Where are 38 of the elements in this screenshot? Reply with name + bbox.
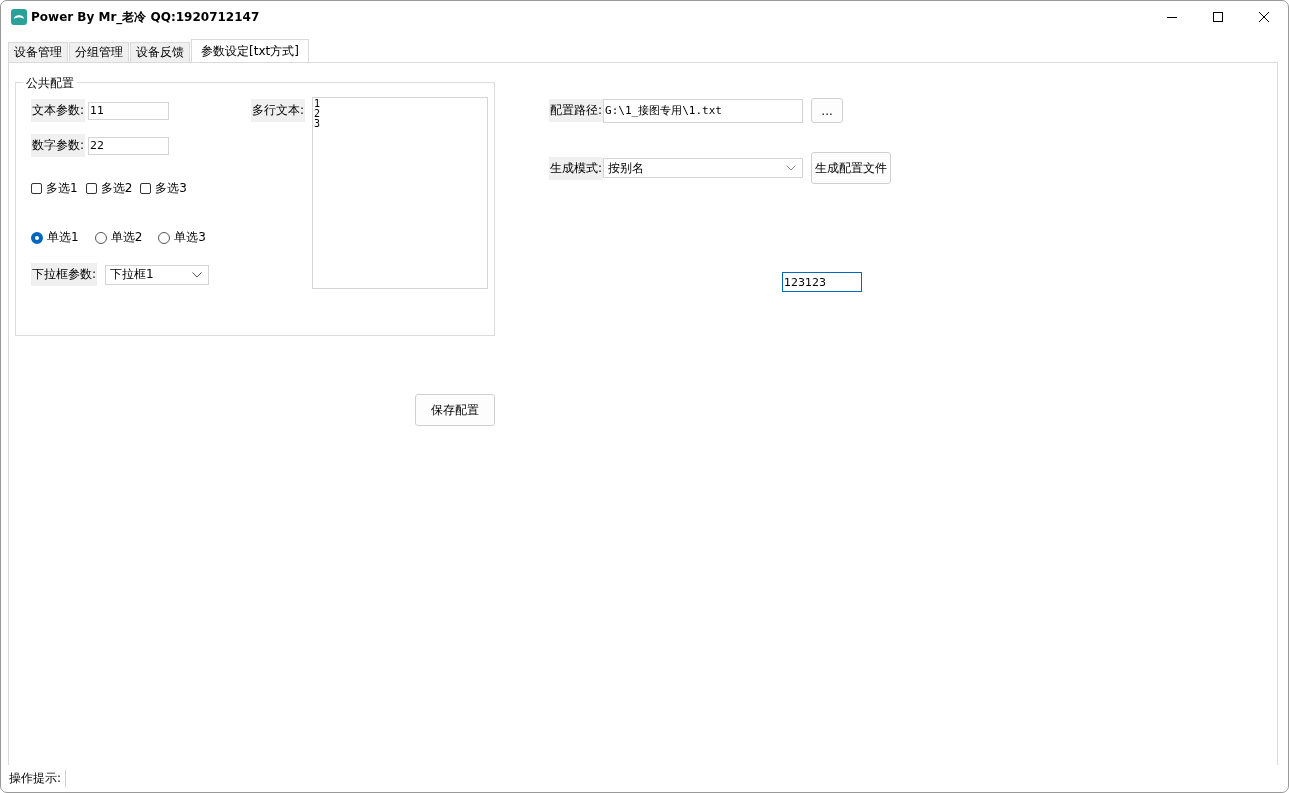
- radio-label: 单选2: [110, 229, 143, 246]
- field-label: 数字参数:: [31, 134, 86, 157]
- checkbox[interactable]: [31, 183, 42, 194]
- field-label: 配置路径:: [549, 99, 604, 122]
- dropdown[interactable]: 下拉框1: [105, 264, 210, 285]
- field-label: 多行文本:: [251, 99, 306, 122]
- status-label: 操作提示:: [9, 770, 67, 787]
- field-label: 文本参数:: [31, 99, 86, 122]
- checkbox[interactable]: [140, 183, 152, 194]
- field-label: 生成模式:: [549, 156, 604, 180]
- generate-button[interactable]: 生成配置文件: [811, 152, 892, 184]
- radio-label: 单选1: [47, 229, 79, 246]
- maximize-icon[interactable]: [1212, 11, 1224, 23]
- dropdown[interactable]: 按别名: [603, 158, 804, 178]
- tab[interactable]: 分组管理: [69, 42, 129, 62]
- app-icon: [11, 9, 27, 25]
- browse-button[interactable]: ...: [811, 98, 844, 123]
- tab[interactable]: 参数设定[txt方式]: [191, 39, 309, 62]
- chevron-icon: [192, 271, 203, 278]
- tab[interactable]: 设备管理: [8, 42, 68, 62]
- field-label: 下拉框参数:: [31, 263, 98, 286]
- window-title: Power By Mr_老冷 QQ:1920712147: [31, 8, 260, 26]
- close-icon[interactable]: [1258, 11, 1270, 23]
- save-button[interactable]: 保存配置: [415, 394, 495, 426]
- input-field[interactable]: 123123: [782, 272, 862, 292]
- radio-button[interactable]: [31, 231, 43, 244]
- chevron-icon: [786, 165, 797, 171]
- checkbox[interactable]: [85, 183, 97, 194]
- input-field[interactable]: 22: [88, 136, 170, 155]
- checkbox-label: 多选3: [155, 180, 187, 197]
- checkbox-label: 多选2: [100, 180, 133, 197]
- input-field[interactable]: 11: [88, 101, 170, 120]
- path-field[interactable]: G:\1_接图专用\1.txt: [603, 98, 804, 123]
- group-title: 公共配置: [23, 75, 77, 92]
- checkbox-label: 多选1: [46, 180, 78, 197]
- text-area[interactable]: 1 2 3: [312, 97, 489, 289]
- tab[interactable]: 设备反馈: [130, 42, 190, 62]
- radio-label: 单选3: [174, 229, 206, 246]
